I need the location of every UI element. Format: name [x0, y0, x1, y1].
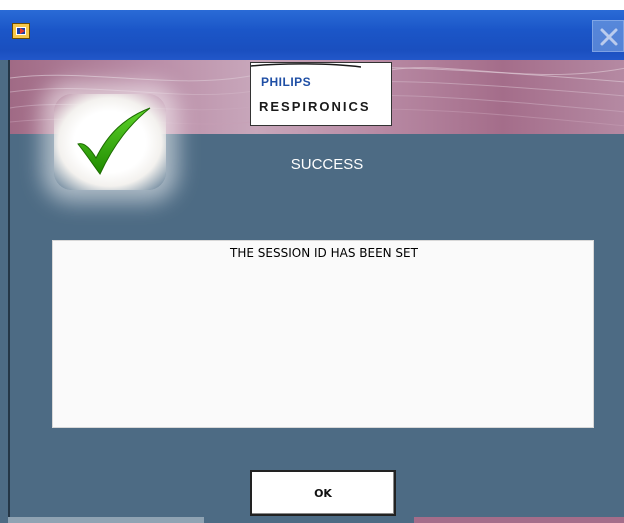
green-checkmark-icon: [77, 107, 151, 175]
app-icon: [12, 23, 30, 39]
success-dialog-window: PHILIPS RESPIRONICS SUCCESS THE SESSION …: [0, 10, 624, 523]
success-icon-tile: [54, 94, 166, 190]
message-text: THE SESSION ID HAS BEEN SET: [230, 246, 418, 260]
close-button[interactable]: [592, 20, 624, 52]
dialog-body: PHILIPS RESPIRONICS SUCCESS THE SESSION …: [8, 60, 624, 523]
status-title: SUCCESS: [290, 156, 364, 173]
bottom-bar-right: [414, 517, 624, 523]
logo-sub-text: RESPIRONICS: [259, 99, 371, 114]
ok-button-label: OK: [314, 487, 332, 500]
bottom-bar-left: [8, 517, 204, 523]
ok-button[interactable]: OK: [250, 470, 396, 516]
philips-respironics-logo: PHILIPS RESPIRONICS: [250, 62, 392, 126]
logo-brand-text: PHILIPS: [261, 75, 312, 89]
message-panel: THE SESSION ID HAS BEEN SET: [52, 240, 594, 428]
title-bar[interactable]: [0, 10, 624, 60]
logo-swoosh-icon: [251, 63, 361, 68]
close-icon: [600, 28, 618, 46]
desktop-background: [0, 0, 624, 10]
